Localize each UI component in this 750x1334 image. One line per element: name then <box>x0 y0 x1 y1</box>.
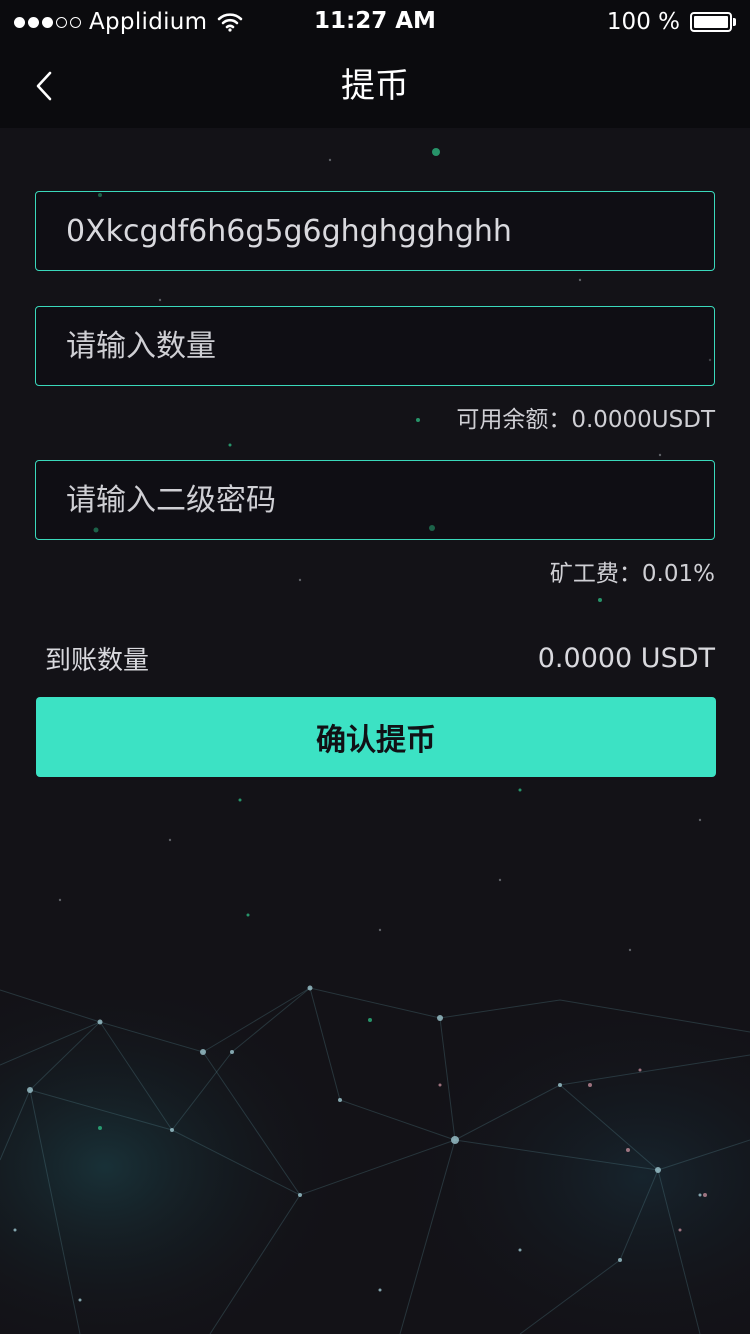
secondary-password-input[interactable] <box>36 461 714 539</box>
receive-amount-label: 到账数量 <box>45 645 150 676</box>
available-balance: 可用余额：0.0000USDT <box>456 407 715 433</box>
battery-percent: 100 % <box>606 9 680 35</box>
withdraw-form: 可用余额：0.0000USDT 矿工费：0.01% 到账数量 0.0000 US… <box>0 0 750 1334</box>
confirm-withdraw-button[interactable]: 确认提币 <box>36 697 716 777</box>
receive-amount-row: 到账数量 0.0000 USDT <box>45 638 715 678</box>
address-input[interactable] <box>36 192 714 270</box>
password-field <box>35 460 715 540</box>
status-bar: Applidium 11:27 AM 100 % <box>0 0 750 42</box>
battery-icon <box>690 12 736 32</box>
status-right: 100 % <box>607 8 736 36</box>
page-title: 提币 <box>341 66 409 106</box>
miner-fee: 矿工费：0.01% <box>549 561 715 587</box>
address-field <box>35 191 715 271</box>
amount-input[interactable] <box>36 307 714 385</box>
nav-bar: 提币 <box>0 42 750 128</box>
receive-amount-value: 0.0000 USDT <box>537 642 715 674</box>
amount-field <box>35 306 715 386</box>
